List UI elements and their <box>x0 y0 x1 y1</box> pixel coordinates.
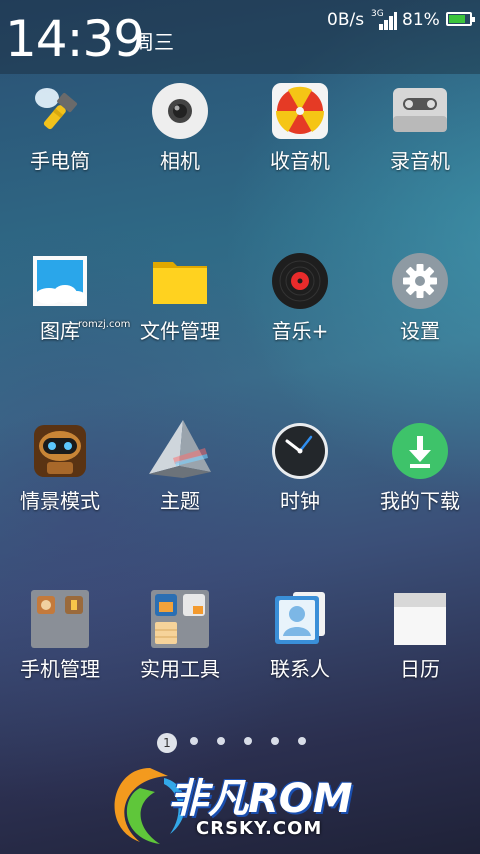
status-clock: 14:39 <box>5 10 145 68</box>
robot-icon <box>31 422 89 480</box>
app-label: 设置 <box>400 319 440 343</box>
app-label: 情景模式 <box>20 489 100 513</box>
page-dot[interactable] <box>271 737 279 745</box>
tools-folder-icon <box>151 590 209 648</box>
battery-icon <box>446 12 475 26</box>
app-calendar[interactable]: 日历 <box>360 590 480 682</box>
app-label: 实用工具 <box>140 657 220 681</box>
page-dot[interactable] <box>298 737 306 745</box>
app-file-manager[interactable]: 文件管理 <box>120 252 240 344</box>
recorder-icon <box>391 82 449 140</box>
app-contacts[interactable]: 联系人 <box>240 590 360 682</box>
network-speed: 0B/s <box>327 10 365 30</box>
app-music[interactable]: 音乐+ <box>240 252 360 344</box>
app-gallery[interactable]: 图库 <box>0 252 120 344</box>
app-label: 音乐+ <box>271 319 329 343</box>
app-radio[interactable]: 收音机 <box>240 82 360 174</box>
page-dot[interactable] <box>217 737 225 745</box>
watermark-brand: 非凡ROM <box>168 776 353 822</box>
page-indicator[interactable]: 1 <box>0 733 480 753</box>
page-dot-current[interactable]: 1 <box>157 733 177 753</box>
watermark-logo: 非凡ROM CRSKY.COM <box>40 758 420 854</box>
app-label: 手机管理 <box>20 657 100 681</box>
app-label: 录音机 <box>390 149 450 173</box>
app-clock[interactable]: 时钟 <box>240 422 360 514</box>
watermark-site: CRSKY.COM <box>196 818 323 839</box>
prism-icon <box>145 418 215 480</box>
flashlight-icon <box>31 82 89 140</box>
download-icon <box>391 422 449 480</box>
folder-icon <box>151 252 209 310</box>
app-theme[interactable]: 主题 <box>120 420 240 514</box>
app-scene-mode[interactable]: 情景模式 <box>0 422 120 514</box>
camera-icon <box>151 82 209 140</box>
app-recorder[interactable]: 录音机 <box>360 82 480 174</box>
app-label: 收音机 <box>270 149 330 173</box>
page-dot[interactable] <box>244 737 252 745</box>
app-downloads[interactable]: 我的下载 <box>360 422 480 514</box>
app-tools[interactable]: 实用工具 <box>120 590 240 682</box>
phone-manager-folder-icon <box>31 590 89 648</box>
gallery-icon <box>31 252 89 310</box>
app-camera[interactable]: 相机 <box>120 82 240 174</box>
battery-fill <box>449 15 465 23</box>
clock-icon <box>271 422 329 480</box>
battery-percent: 81% <box>402 10 440 30</box>
radio-icon <box>271 82 329 140</box>
calendar-icon <box>391 590 449 648</box>
status-weekday: 周三 <box>134 30 174 54</box>
signal-type: 3G <box>371 9 384 19</box>
app-label: 主题 <box>160 489 200 513</box>
app-label: 日历 <box>400 657 440 681</box>
contacts-icon <box>271 590 329 648</box>
music-record-icon <box>271 252 329 310</box>
page-dot[interactable] <box>190 737 198 745</box>
gear-icon <box>391 252 449 310</box>
app-label: 相机 <box>160 149 200 173</box>
app-phone-manager[interactable]: 手机管理 <box>0 590 120 682</box>
watermark-romzj: romzj.com <box>78 319 131 330</box>
app-label: 文件管理 <box>140 319 220 343</box>
app-label: 联系人 <box>270 657 330 681</box>
app-label: 我的下载 <box>380 489 460 513</box>
app-settings[interactable]: 设置 <box>360 252 480 344</box>
signal-icon: 3G <box>371 10 397 30</box>
status-bar: 14:39 周三 0B/s 3G 81% <box>0 0 480 74</box>
app-label: 手电筒 <box>30 149 90 173</box>
app-label: 时钟 <box>280 489 320 513</box>
app-flashlight[interactable]: 手电筒 <box>0 82 120 174</box>
